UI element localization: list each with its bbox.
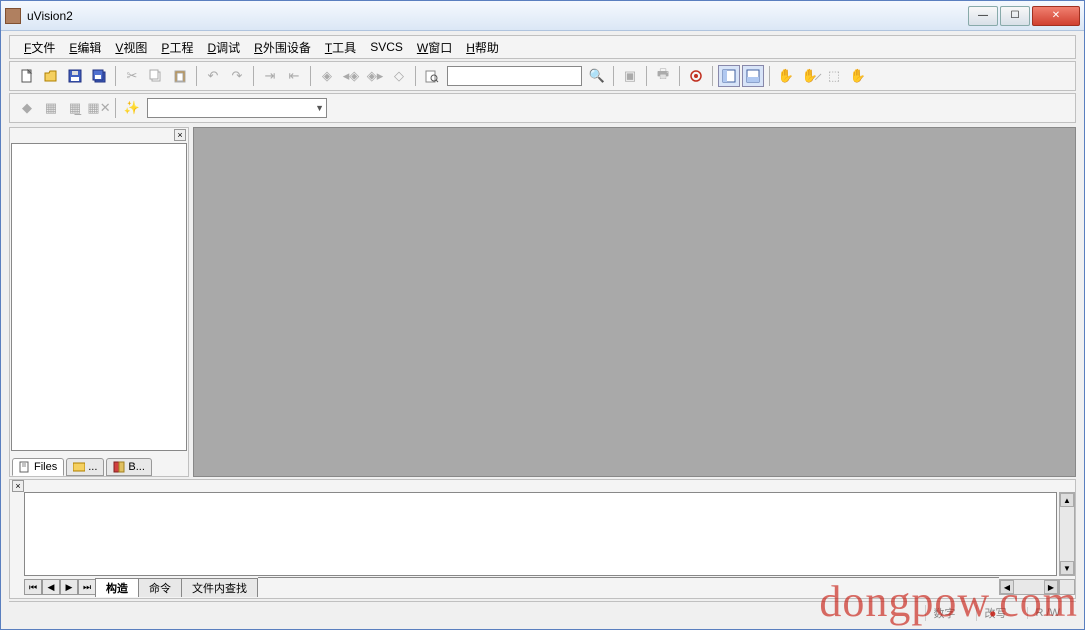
menu-file[interactable]: F文件 <box>18 37 61 58</box>
menu-project[interactable]: P工程 <box>155 37 199 58</box>
project-pane: × Files ... B... <box>9 127 189 477</box>
debug-options-icon[interactable]: ▣ <box>619 65 641 87</box>
scroll-up-icon[interactable]: ▲ <box>1060 493 1074 507</box>
copy-icon[interactable] <box>145 65 167 87</box>
tab-nav-prev-icon[interactable]: ◀ <box>42 579 60 595</box>
outdent-icon[interactable]: ⇤ <box>283 65 305 87</box>
titlebar: uVision2 — ☐ ✕ <box>1 1 1084 31</box>
output-tab-find[interactable]: 文件内查找 <box>181 578 258 597</box>
translate-icon[interactable]: ◆ <box>16 97 38 119</box>
output-corner <box>1059 579 1075 595</box>
menu-debug[interactable]: D调试 <box>201 37 246 58</box>
output-text[interactable] <box>24 492 1057 576</box>
output-pane: × ▲ ▼ ⏮ ◀ ▶ ⏭ 构造 命令 文件内查找 ◀ ▶ <box>9 479 1076 599</box>
toolbar-main: ✂ ↶ ↷ ⇥ ⇤ ◈ ◂◈ ◈▸ ◇ 🔍 ▣ 🖶 ✋ ✋̷ ⬚ ✋ <box>9 61 1076 91</box>
close-button[interactable]: ✕ <box>1032 6 1080 26</box>
menu-periph[interactable]: R外围设备 <box>248 37 317 58</box>
output-window-icon[interactable] <box>742 65 764 87</box>
output-hscrollbar[interactable]: ◀ ▶ <box>999 579 1059 595</box>
project-window-icon[interactable] <box>718 65 740 87</box>
new-file-icon[interactable] <box>16 65 38 87</box>
save-icon[interactable] <box>64 65 86 87</box>
stop-build-icon[interactable]: ▦✕ <box>88 97 110 119</box>
debug-start-icon[interactable] <box>685 65 707 87</box>
redo-icon[interactable]: ↷ <box>226 65 248 87</box>
paste-icon[interactable] <box>169 65 191 87</box>
bookmark-prev-icon[interactable]: ◂◈ <box>340 65 362 87</box>
find-combo[interactable] <box>447 66 582 86</box>
bookmark-toggle-icon[interactable]: ◈ <box>316 65 338 87</box>
tab-books[interactable]: B... <box>106 458 152 476</box>
rebuild-icon[interactable]: ▦̲ <box>64 97 86 119</box>
indent-icon[interactable]: ⇥ <box>259 65 281 87</box>
breakpoint-enable-icon[interactable]: ✋ <box>847 65 869 87</box>
window-title: uVision2 <box>27 9 968 23</box>
toolbar-build: ◆ ▦ ▦̲ ▦✕ ✨ ▼ <box>9 93 1076 123</box>
breakpoint-kill-icon[interactable]: ✋̷ <box>799 65 821 87</box>
status-num: 数字 <box>925 605 964 621</box>
statusbar: 数字 改写 R /W <box>9 601 1076 623</box>
tab-nav-first-icon[interactable]: ⏮ <box>24 579 42 595</box>
menu-help[interactable]: H帮助 <box>460 37 505 58</box>
scroll-down-icon[interactable]: ▼ <box>1060 561 1074 575</box>
output-tab-command[interactable]: 命令 <box>138 578 182 597</box>
build-icon[interactable]: ▦ <box>40 97 62 119</box>
find-in-files-icon[interactable] <box>421 65 443 87</box>
tab-nav-last-icon[interactable]: ⏭ <box>78 579 96 595</box>
breakpoint-disable-icon[interactable]: ⬚ <box>823 65 845 87</box>
find-icon[interactable]: 🔍 <box>586 65 608 87</box>
scroll-left-icon[interactable]: ◀ <box>1000 580 1014 594</box>
bookmark-clear-icon[interactable]: ◇ <box>388 65 410 87</box>
menu-tools[interactable]: T工具 <box>319 37 362 58</box>
open-file-icon[interactable] <box>40 65 62 87</box>
status-rw: R /W <box>1027 607 1068 619</box>
tab-files[interactable]: Files <box>12 458 64 476</box>
print-icon[interactable]: 🖶 <box>652 65 674 87</box>
output-tab-build[interactable]: 构造 <box>95 578 139 597</box>
menu-window[interactable]: W窗口 <box>411 37 458 58</box>
app-icon <box>5 8 21 24</box>
maximize-button[interactable]: ☐ <box>1000 6 1030 26</box>
tab-nav-next-icon[interactable]: ▶ <box>60 579 78 595</box>
breakpoint-icon[interactable]: ✋ <box>775 65 797 87</box>
status-ovr: 改写 <box>976 605 1015 621</box>
scroll-right-icon[interactable]: ▶ <box>1044 580 1058 594</box>
menu-svcs[interactable]: SVCS <box>364 38 409 56</box>
project-tree[interactable] <box>11 143 187 451</box>
tab-regs[interactable]: ... <box>66 458 104 476</box>
save-all-icon[interactable] <box>88 65 110 87</box>
download-icon[interactable]: ✨ <box>121 97 143 119</box>
project-pane-close-icon[interactable]: × <box>174 129 186 141</box>
bookmark-next-icon[interactable]: ◈▸ <box>364 65 386 87</box>
menubar: F文件 E编辑 V视图 P工程 D调试 R外围设备 T工具 SVCS W窗口 H… <box>9 35 1076 59</box>
menu-view[interactable]: V视图 <box>109 37 153 58</box>
cut-icon[interactable]: ✂ <box>121 65 143 87</box>
output-tabs: ⏮ ◀ ▶ ⏭ 构造 命令 文件内查找 ◀ ▶ <box>10 576 1075 598</box>
editor-area[interactable] <box>193 127 1076 477</box>
output-pane-close-icon[interactable]: × <box>12 480 24 492</box>
target-combo[interactable]: ▼ <box>147 98 327 118</box>
project-pane-tabs: Files ... B... <box>10 452 188 476</box>
app-window: uVision2 — ☐ ✕ F文件 E编辑 V视图 P工程 D调试 R外围设备… <box>0 0 1085 630</box>
menu-edit[interactable]: E编辑 <box>63 37 107 58</box>
undo-icon[interactable]: ↶ <box>202 65 224 87</box>
output-vscrollbar[interactable]: ▲ ▼ <box>1059 492 1075 576</box>
minimize-button[interactable]: — <box>968 6 998 26</box>
workspace: × Files ... B... <box>9 127 1076 477</box>
